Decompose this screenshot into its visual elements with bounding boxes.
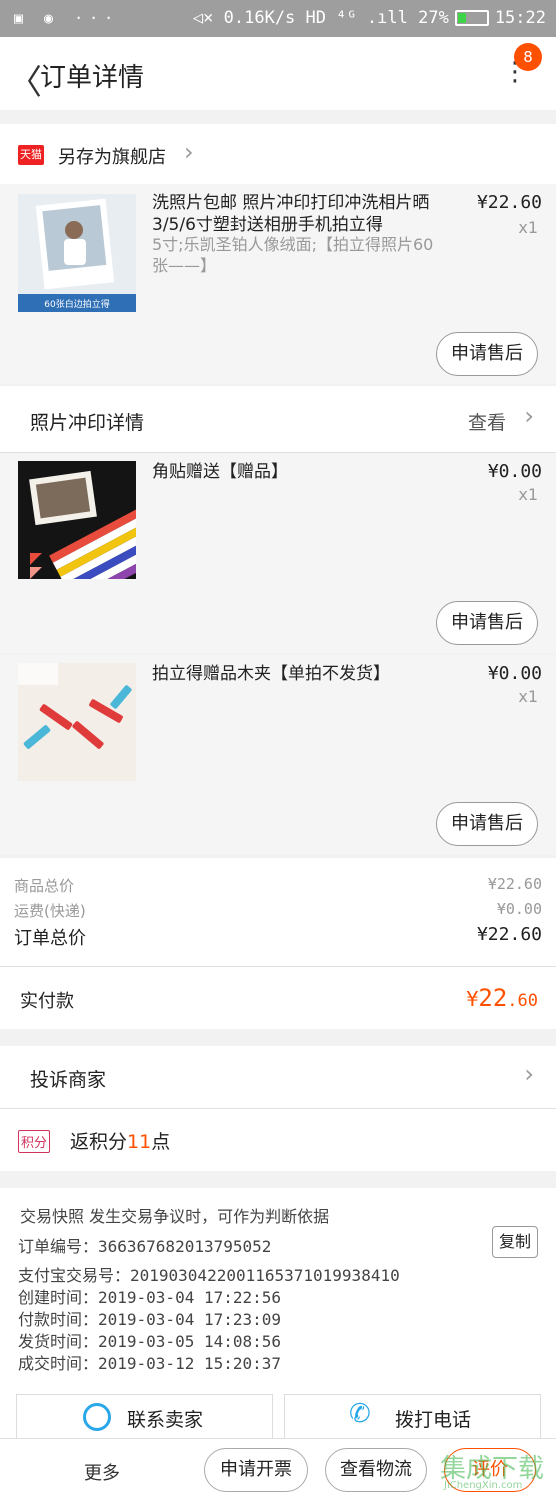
after-sale-button[interactable]: 申请售后 [436, 601, 538, 645]
after-sale-button[interactable]: 申请售后 [436, 332, 538, 376]
more-button[interactable]: 更多 [84, 1459, 120, 1485]
nav-bar: 〈 订单详情 ⋮ 8 [0, 37, 556, 110]
order-total-label: 订单总价 [14, 928, 86, 949]
paid-time: 付款时间：2019-03-04 17:23:09 [18, 1310, 282, 1329]
points-badge: 积分 [18, 1130, 51, 1153]
item-qty: x1 [518, 687, 538, 706]
paid-row: 实付款 ¥22.60 [0, 967, 556, 1029]
completed-time: 成交时间：2019-03-12 15:20:37 [18, 1354, 282, 1373]
call-phone-label: 拨打电话 [395, 1409, 472, 1431]
order-total-row: 订单总价 ¥22.60 [14, 924, 542, 950]
created-time: 创建时间：2019-03-04 17:22:56 [18, 1288, 282, 1307]
watermark-logo: 集成下载 JiChengXin.com [440, 1446, 554, 1498]
contact-area: 联系卖家 ✆ 拨打电话 [0, 1386, 556, 1438]
goods-total-row: 商品总价 ¥22.60 [14, 875, 542, 896]
contact-seller-button[interactable]: 联系卖家 [16, 1394, 273, 1438]
complain-label: 投诉商家 [30, 1069, 107, 1091]
points-text: 返积分11点 [70, 1131, 171, 1153]
product-thumbnail: 60张白边拍立得 [18, 194, 136, 312]
order-item[interactable]: 拍立得赠品木夹【单拍不发货】 ¥0.00 x1 申请售后 [0, 655, 556, 855]
store-row[interactable]: 天猫 另存为旗舰店 › [0, 124, 556, 184]
product-thumbnail [18, 663, 136, 781]
chat-icon [83, 1403, 111, 1431]
item-price: ¥22.60 [476, 192, 542, 213]
status-icons-right: ◁× 0.16K/s HD ⁴ᴳ .ıll 27% 15:22 [193, 8, 546, 28]
item-title: 洗照片包邮 照片冲印打印冲洗相片晒3/5/6寸塑封送相册手机拍立得 [152, 193, 430, 235]
invoice-button[interactable]: 申请开票 [204, 1448, 308, 1492]
snapshot-title[interactable]: 交易快照 发生交易争议时，可作为判断依据 [20, 1203, 329, 1227]
goods-total-label: 商品总价 [14, 877, 75, 895]
status-icons-left: ▣ ◉ ··· [14, 9, 120, 27]
battery-icon [454, 10, 489, 26]
item-price: ¥0.00 [487, 461, 542, 482]
item-price: ¥0.00 [487, 663, 542, 684]
thumbnail-caption: 60张白边拍立得 [44, 298, 109, 310]
contact-seller-label: 联系卖家 [127, 1409, 204, 1431]
call-phone-button[interactable]: ✆ 拨打电话 [284, 1394, 541, 1438]
status-bar: ▣ ◉ ··· ◁× 0.16K/s HD ⁴ᴳ .ıll 27% 15:22 [0, 0, 556, 37]
shipping-row: 运费(快递) ¥0.00 [14, 900, 542, 921]
tmall-badge: 天猫 [18, 145, 44, 165]
order-item[interactable]: 60张白边拍立得 洗照片包邮 照片冲印打印冲洗相片晒3/5/6寸塑封送相册手机拍… [0, 184, 556, 384]
phone-icon: ✆ [349, 1399, 371, 1429]
item-spec: 5寸;乐凯圣铂人像绒面;【拍立得照片60张——】 [152, 235, 434, 275]
order-item[interactable]: 角贴赠送【赠品】 ¥0.00 x1 申请售后 [0, 453, 556, 653]
transaction-snapshot: 交易快照 发生交易争议时，可作为判断依据 订单编号：36636768201379… [0, 1188, 556, 1386]
photo-detail-action: 查看 [467, 412, 506, 434]
chevron-right-icon: › [524, 402, 534, 430]
chevron-right-icon: › [524, 1060, 534, 1088]
photo-detail-row[interactable]: 照片冲印详情 查看 › [0, 386, 556, 452]
points-row: 积分 返积分11点 [0, 1109, 556, 1171]
item-qty: x1 [518, 485, 538, 504]
logistics-button[interactable]: 查看物流 [325, 1448, 427, 1492]
order-total-value: ¥22.60 [476, 924, 542, 945]
item-qty: x1 [518, 218, 538, 237]
store-name: 另存为旗舰店 [58, 147, 166, 168]
item-title: 角贴赠送【赠品】 [152, 462, 288, 482]
shipping-value: ¥0.00 [496, 900, 542, 918]
watermark-url: JiChengXin.com [444, 1480, 523, 1491]
chevron-right-icon: › [184, 138, 194, 166]
price-summary: 商品总价 ¥22.60 运费(快递) ¥0.00 订单总价 ¥22.60 [0, 858, 556, 966]
product-thumbnail [18, 461, 136, 579]
status-indicators: ◁× 0.16K/s HD ⁴ᴳ .ıll 27% [192, 8, 449, 28]
copy-button[interactable]: 复制 [492, 1226, 538, 1258]
shipped-time: 发货时间：2019-03-05 14:08:56 [18, 1332, 282, 1351]
goods-total-value: ¥22.60 [487, 875, 542, 893]
alipay-number: 支付宝交易号：2019030422001165371019938410 [18, 1266, 400, 1285]
back-icon[interactable]: 〈 [8, 55, 42, 104]
complain-row[interactable]: 投诉商家 › [0, 1046, 556, 1108]
paid-label: 实付款 [20, 991, 74, 1012]
page-title: 订单详情 [40, 63, 145, 93]
paid-amount: ¥22.60 [466, 984, 538, 1012]
order-number: 订单编号：366367682013795052 [18, 1237, 272, 1256]
status-time: 15:22 [494, 8, 546, 28]
shipping-label: 运费(快递) [14, 902, 86, 920]
after-sale-button[interactable]: 申请售后 [436, 802, 538, 846]
photo-detail-label: 照片冲印详情 [30, 412, 145, 434]
menu-badge: 8 [514, 43, 542, 71]
item-title: 拍立得赠品木夹【单拍不发货】 [152, 664, 390, 684]
